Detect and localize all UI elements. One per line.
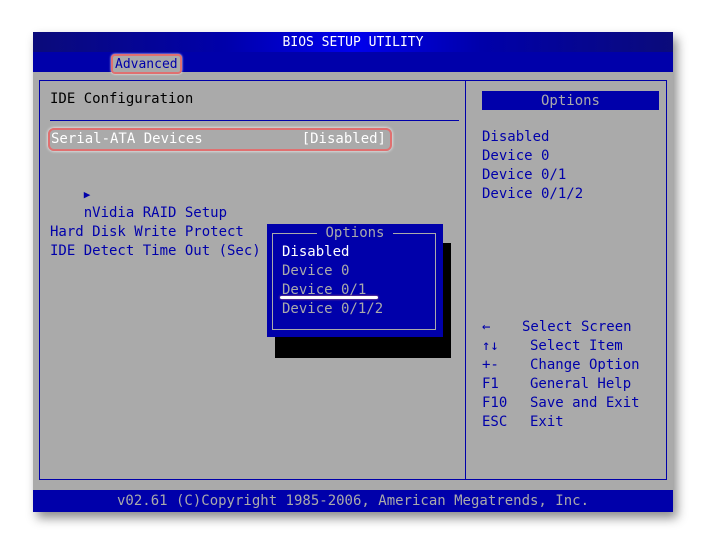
section-title: IDE Configuration xyxy=(50,91,194,107)
help-key: F10 xyxy=(482,395,508,411)
popup-option-device-0[interactable]: Device 0 xyxy=(282,262,349,281)
serial-ata-devices-value: [Disabled] xyxy=(301,131,386,147)
menu-bar: Advanced xyxy=(33,52,673,74)
help-action: Select Screen xyxy=(522,319,632,335)
help-action: Exit xyxy=(530,414,564,430)
help-key: F1 xyxy=(482,376,499,392)
popup-title: Options xyxy=(267,224,443,243)
help-key: ESC xyxy=(482,414,508,430)
popup-option-device-0-1-2[interactable]: Device 0/1/2 xyxy=(282,300,383,319)
annotation-underline xyxy=(280,296,378,299)
copyright-footer: v02.61 (C)Copyright 1985-2006, American … xyxy=(33,490,673,512)
serial-ata-devices-label: Serial-ATA Devices xyxy=(51,131,203,147)
help-action: General Help xyxy=(530,376,632,392)
help-key: ← xyxy=(482,319,491,335)
options-header: Options xyxy=(482,91,659,110)
window-title: BIOS SETUP UTILITY xyxy=(282,35,424,50)
help-action: Save and Exit xyxy=(530,395,640,411)
help-key: ↑↓ xyxy=(482,338,499,354)
option-list-item: Device 0/1/2 xyxy=(482,186,584,202)
bios-screen: BIOS SETUP UTILITY Advanced IDE Configur… xyxy=(33,32,673,512)
nvidia-raid-setup-label: nVidia RAID Setup xyxy=(83,205,228,221)
serial-ata-devices-item[interactable]: Serial-ATA Devices [Disabled] xyxy=(48,128,392,151)
popup-option-disabled[interactable]: Disabled xyxy=(282,243,349,262)
options-popup: Options Disabled Device 0 Device 0/1 Dev… xyxy=(267,224,443,337)
section-divider xyxy=(50,120,459,121)
help-action: Select Item xyxy=(530,338,623,354)
title-bar: BIOS SETUP UTILITY xyxy=(33,32,673,52)
option-list-item: Device 0 xyxy=(482,148,550,164)
option-list-item: Device 0/1 xyxy=(482,167,567,183)
tab-advanced[interactable]: Advanced xyxy=(111,54,182,74)
panel-divider xyxy=(465,80,466,480)
hard-disk-write-protect-item[interactable]: Hard Disk Write Protect xyxy=(50,223,244,242)
option-list-item: Disabled xyxy=(482,129,550,145)
ide-detect-timeout-item[interactable]: IDE Detect Time Out (Sec) xyxy=(50,242,261,261)
popup-title-text: Options xyxy=(317,225,393,241)
help-key: +- xyxy=(482,357,499,373)
help-action: Change Option xyxy=(530,357,640,373)
submenu-arrow-icon: ▶ xyxy=(83,188,91,201)
